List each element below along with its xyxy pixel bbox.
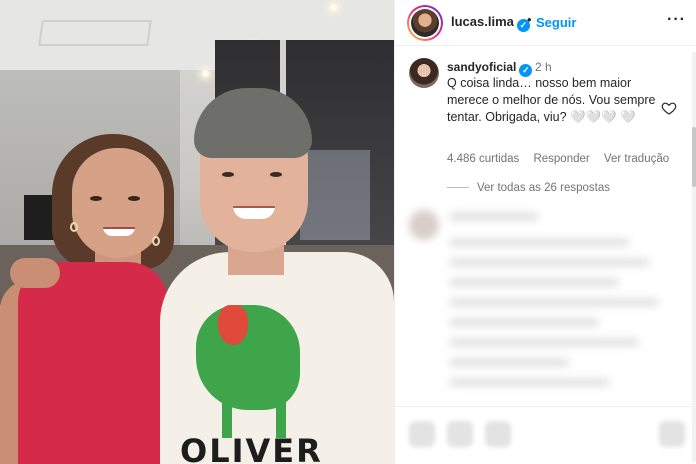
- like-action-icon[interactable]: [409, 421, 435, 447]
- blurred-line: [449, 212, 539, 221]
- blurred-line: [449, 258, 649, 267]
- blurred-line: [449, 378, 609, 387]
- share-action-icon[interactable]: [485, 421, 511, 447]
- blurred-line: [449, 238, 629, 247]
- shirt-print-text: OLIVER: [180, 432, 323, 464]
- blurred-line: [449, 278, 619, 287]
- blurred-avatar: [409, 210, 439, 240]
- scrollbar[interactable]: [692, 52, 696, 462]
- window-reflection: [300, 150, 370, 240]
- commenter-avatar[interactable]: [409, 58, 439, 88]
- hand-on-shoulder: [10, 258, 60, 288]
- author-username[interactable]: lucas.lima ✓: [451, 14, 530, 32]
- save-action-icon[interactable]: [659, 421, 685, 447]
- woman-eye: [90, 196, 102, 201]
- blurred-line: [449, 298, 659, 307]
- more-options-icon[interactable]: ···: [667, 11, 686, 29]
- header-separator: •: [527, 12, 532, 27]
- ceiling-light: [202, 70, 209, 77]
- action-bar: [395, 406, 696, 464]
- view-replies-button[interactable]: Ver todas as 26 respostas: [447, 182, 610, 194]
- sheep-print: [196, 305, 300, 410]
- avatar-image: [411, 9, 439, 37]
- ceiling-recess: [38, 20, 152, 46]
- man-eye: [222, 172, 234, 177]
- author-username-text: lucas.lima: [451, 14, 514, 29]
- woman-eye: [128, 196, 140, 201]
- sheep-head-print: [218, 305, 248, 345]
- man-eye: [270, 172, 282, 177]
- commenter-username-text: sandyoficial: [447, 60, 517, 74]
- comment-action-icon[interactable]: [447, 421, 473, 447]
- ceiling-light: [330, 4, 337, 11]
- blurred-comments: [403, 204, 687, 404]
- blurred-line: [449, 318, 599, 327]
- post-photo[interactable]: OLIVER: [0, 0, 394, 464]
- likes-count[interactable]: 4.486 curtidas: [447, 153, 519, 165]
- comment-meta: 4.486 curtidas Responder Ver tradução: [447, 153, 680, 165]
- woman-smile: [103, 227, 135, 236]
- blurred-line: [449, 338, 639, 347]
- heart-icon[interactable]: [661, 100, 677, 116]
- comments-panel: lucas.lima ✓ • Seguir ··· sandyoficial ✓ 2…: [394, 0, 696, 464]
- woman-red-top: [18, 262, 168, 464]
- blurred-line: [449, 358, 569, 367]
- post-header: lucas.lima ✓ • Seguir ···: [395, 0, 696, 46]
- comment-time: 2 h: [535, 60, 552, 74]
- view-replies-label: Ver todas as 26 respostas: [477, 182, 610, 194]
- man-smile: [233, 206, 275, 219]
- comment-text: Q coisa linda… nosso bem maior merece o …: [447, 76, 656, 124]
- author-avatar[interactable]: [407, 5, 443, 41]
- earring: [152, 236, 160, 246]
- translate-button[interactable]: Ver tradução: [604, 153, 669, 165]
- follow-button[interactable]: Seguir: [536, 15, 576, 30]
- scrollbar-thumb[interactable]: [692, 127, 696, 187]
- earring: [70, 222, 78, 232]
- replies-divider: [447, 187, 469, 189]
- reply-button[interactable]: Responder: [533, 153, 589, 165]
- woman-face: [72, 148, 164, 258]
